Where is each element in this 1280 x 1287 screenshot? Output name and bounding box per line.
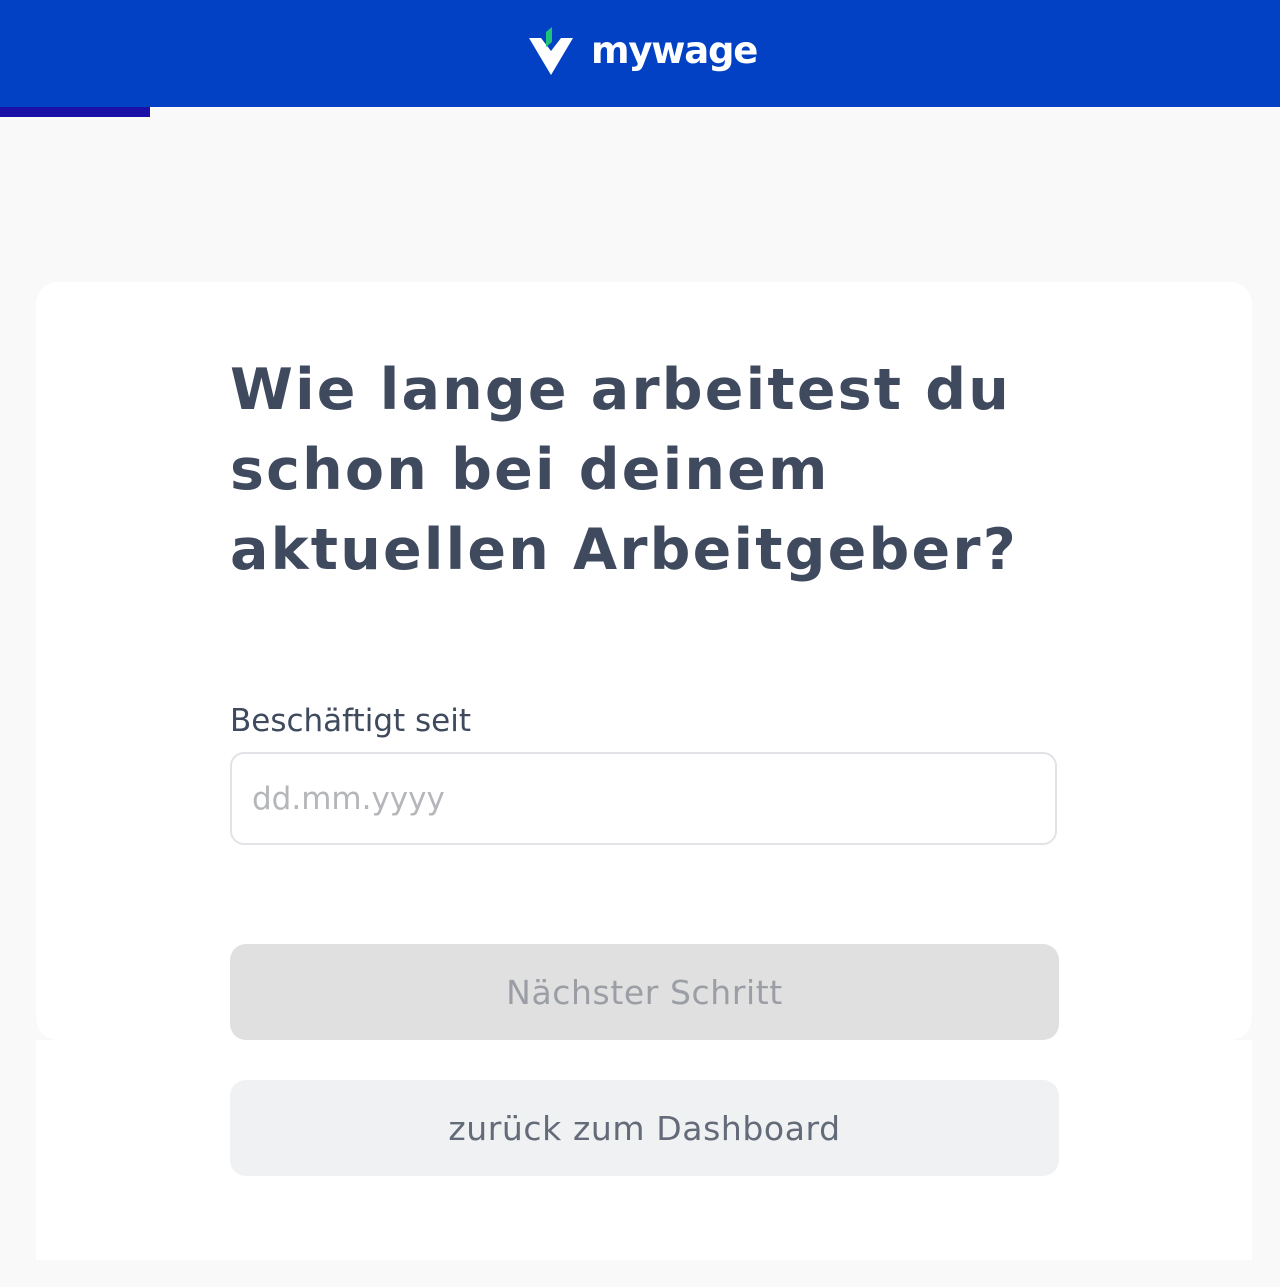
progress-bar-fill bbox=[0, 107, 150, 117]
employed-since-date-input[interactable] bbox=[230, 752, 1057, 845]
progress-bar bbox=[0, 107, 1280, 117]
brand-logo[interactable]: mywage bbox=[527, 26, 758, 80]
app-header: mywage bbox=[0, 0, 1280, 107]
brand-name: mywage bbox=[591, 28, 758, 72]
question-title: Wie lange arbeitest du schon bei deinem … bbox=[230, 357, 1018, 583]
next-step-button[interactable]: Nächster Schritt bbox=[230, 944, 1059, 1040]
mywage-leaf-logo-icon bbox=[529, 27, 573, 75]
employed-since-label: Beschäftigt seit bbox=[230, 703, 471, 739]
back-to-dashboard-button[interactable]: zurück zum Dashboard bbox=[230, 1080, 1059, 1176]
